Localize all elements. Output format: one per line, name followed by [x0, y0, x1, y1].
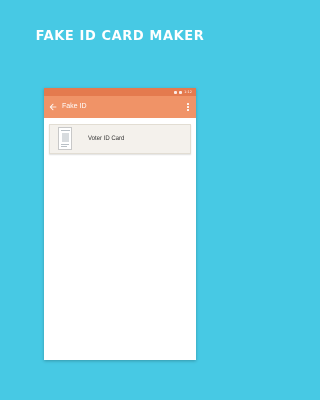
list-item-label: Voter ID Card [88, 136, 125, 142]
overflow-menu-button[interactable] [184, 101, 192, 113]
promo-headline: FAKE ID CARD MAKER [35, 29, 205, 44]
more-vert-icon [187, 103, 189, 106]
signal-icon [174, 90, 178, 94]
status-bar: 1:12 [44, 88, 196, 96]
status-icons: 1:12 [174, 89, 192, 95]
arrow-left-icon [49, 103, 57, 111]
list-item-voter-id-card[interactable]: Voter ID Card [49, 124, 191, 154]
status-time: 1:12 [184, 90, 192, 94]
app-bar: Fake ID [44, 96, 196, 118]
id-card-thumbnail [58, 127, 72, 150]
photo-placeholder [62, 133, 69, 142]
battery-icon [179, 90, 183, 94]
back-button[interactable] [47, 101, 59, 113]
card-type-list: Voter ID Card [44, 118, 196, 154]
phone-screen: 1:12 Fake ID Voter ID Card [44, 88, 196, 360]
app-bar-title: Fake ID [62, 103, 87, 110]
